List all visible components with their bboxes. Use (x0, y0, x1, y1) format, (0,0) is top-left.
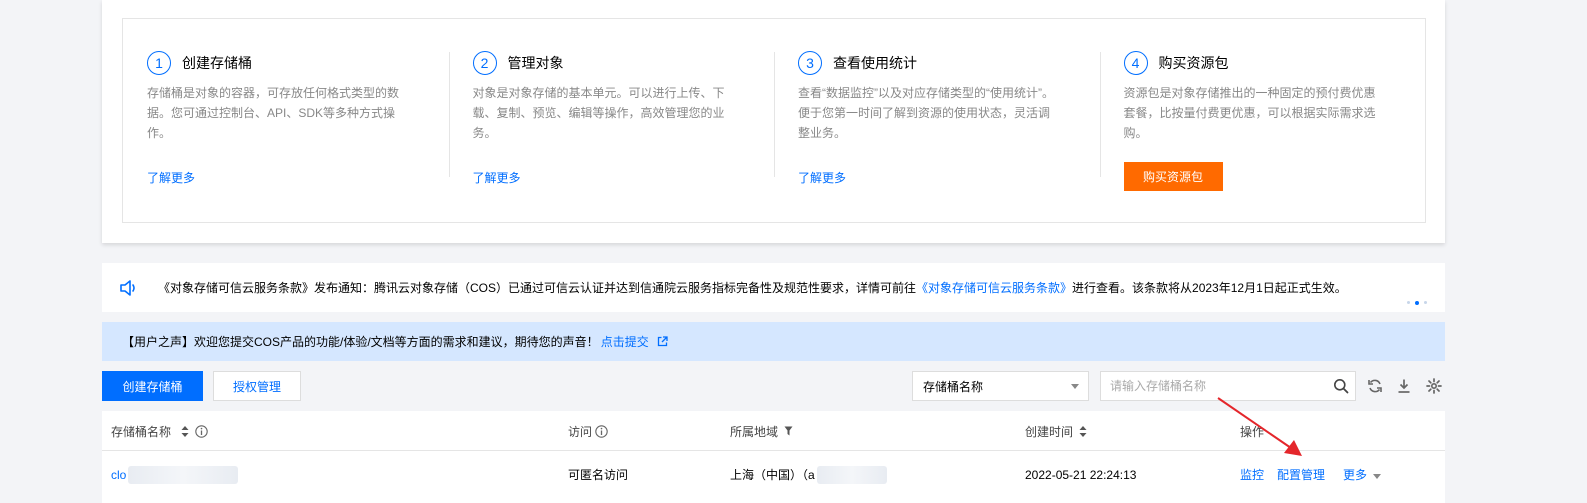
notice-text-before: 《对象存储可信云服务条款》发布通知：腾讯云对象存储（COS）已通过可信云认证并达… (158, 281, 917, 295)
step-title: 管理对象 (507, 55, 564, 71)
step-header: 3 查看使用统计 (798, 51, 1076, 75)
filter-icon[interactable] (784, 426, 793, 436)
col-access: 访问 (568, 411, 608, 451)
config-manage-link[interactable]: 配置管理 (1277, 466, 1325, 483)
step-description: 对象是对象存储的基本单元。可以进行上传、下载、复制、预览、编辑等操作，高效管理您… (472, 86, 725, 140)
search-input[interactable] (1101, 372, 1321, 400)
col-created-time: 创建时间 (1025, 411, 1087, 451)
bucket-table: 存储桶名称 访问 所属地域 创建时间 操作 clo 可匿名访问 上海（中国）（a… (102, 411, 1445, 503)
step-title: 购买资源包 (1158, 55, 1229, 71)
col-label: 存储桶名称 (111, 424, 172, 439)
create-bucket-button[interactable]: 创建存储桶 (102, 371, 203, 401)
refresh-icon[interactable] (1366, 377, 1384, 395)
sort-icon[interactable] (1079, 425, 1087, 437)
step-number: 4 (1123, 51, 1148, 75)
carousel-dot[interactable] (1407, 301, 1410, 304)
carousel-dot-active[interactable] (1415, 301, 1419, 305)
bucket-name-cell: clo (111, 452, 239, 497)
step-header: 4 购买资源包 (1123, 51, 1402, 75)
redacted-bucket-name (128, 465, 239, 484)
col-label: 操作 (1240, 424, 1265, 439)
redacted-region-id (816, 465, 887, 484)
step-header: 1 创建存储桶 (147, 51, 425, 75)
notice-text-after: 进行查看。该条款将从2023年12月1日起正式生效。 (1072, 281, 1347, 295)
bucket-name-link[interactable]: clo (111, 468, 126, 482)
submit-feedback-link[interactable]: 点击提交 (601, 333, 649, 350)
monitor-link[interactable]: 监控 (1240, 466, 1264, 483)
step-title: 查看使用统计 (833, 55, 917, 71)
speaker-icon (120, 278, 140, 298)
external-link-icon[interactable] (657, 336, 668, 347)
table-row: clo 可匿名访问 上海（中国）（a 2022-05-21 22:24:13 监… (102, 452, 1445, 497)
step-usage-stats: 3 查看使用统计 查看“数据监控”以及对应存储类型的“使用统计”。便于您第一时间… (774, 19, 1100, 222)
search-field-select[interactable]: 存储桶名称 (912, 371, 1089, 401)
search-icon[interactable] (1333, 378, 1349, 397)
step-number: 3 (798, 51, 822, 75)
chevron-down-icon (1373, 474, 1382, 479)
onboarding-steps-card: 1 创建存储桶 存储桶是对象的容器，可存放任何格式类型的数据。您可通过控制台、A… (102, 0, 1445, 243)
info-icon[interactable] (195, 424, 208, 438)
steps-container: 1 创建存储桶 存储桶是对象的容器，可存放任何格式类型的数据。您可通过控制台、A… (122, 18, 1426, 223)
auth-manage-button[interactable]: 授权管理 (213, 371, 301, 401)
info-icon[interactable] (595, 424, 608, 438)
chevron-down-icon (1071, 384, 1079, 389)
buy-package-button[interactable]: 购买资源包 (1123, 162, 1223, 191)
col-label: 创建时间 (1025, 424, 1074, 439)
step-manage-objects: 2 管理对象 对象是对象存储的基本单元。可以进行上传、下载、复制、预览、编辑等操… (448, 19, 775, 222)
learn-more-link[interactable]: 了解更多 (473, 169, 521, 186)
step-header: 2 管理对象 (472, 51, 751, 75)
notice-text: 《对象存储可信云服务条款》发布通知：腾讯云对象存储（COS）已通过可信云认证并达… (158, 279, 1347, 296)
step-number: 2 (472, 51, 497, 75)
learn-more-link[interactable]: 了解更多 (798, 169, 846, 186)
notice-bar: 《对象存储可信云服务条款》发布通知：腾讯云对象存储（COS）已通过可信云认证并达… (102, 263, 1445, 312)
feedback-banner: 【用户之声】欢迎您提交COS产品的功能/体验/文档等方面的需求和建议，期待您的声… (102, 322, 1445, 361)
gear-icon[interactable] (1425, 377, 1443, 395)
col-region: 所属地域 (730, 411, 793, 451)
step-create-bucket: 1 创建存储桶 存储桶是对象的容器，可存放任何格式类型的数据。您可通过控制台、A… (123, 19, 449, 222)
region-text: 上海（中国）（a (730, 468, 815, 482)
more-menu-link[interactable]: 更多 (1343, 466, 1382, 483)
download-icon[interactable] (1395, 377, 1413, 395)
more-label: 更多 (1343, 468, 1368, 482)
step-title: 创建存储桶 (182, 55, 252, 71)
col-bucket-name: 存储桶名称 (111, 411, 208, 451)
col-operations: 操作 (1240, 411, 1264, 451)
operations-cell: 监控 配置管理 更多 (1240, 452, 1382, 497)
learn-more-link[interactable]: 了解更多 (147, 169, 195, 186)
step-description: 资源包是对象存储推出的一种固定的预付费优惠套餐，比按量付费更优惠，可以根据实际需… (1123, 86, 1376, 140)
step-number: 1 (147, 51, 171, 75)
terms-link[interactable]: 《对象存储可信云服务条款》 (916, 281, 1072, 295)
col-label: 访问 (568, 424, 593, 439)
select-value: 存储桶名称 (923, 379, 984, 394)
search-box (1100, 371, 1356, 401)
access-cell: 可匿名访问 (568, 468, 629, 482)
sort-icon[interactable] (181, 425, 189, 437)
region-cell: 上海（中国）（a (730, 452, 887, 497)
table-header: 存储桶名称 访问 所属地域 创建时间 操作 (102, 411, 1445, 451)
carousel-dots (1407, 301, 1427, 305)
step-buy-package: 4 购买资源包 资源包是对象存储推出的一种固定的预付费优惠套餐，比按量付费更优惠… (1099, 19, 1426, 222)
col-label: 所属地域 (730, 424, 779, 439)
step-description: 存储桶是对象的容器，可存放任何格式类型的数据。您可通过控制台、API、SDK等多… (147, 86, 400, 140)
carousel-dot[interactable] (1424, 301, 1427, 304)
feedback-text: 【用户之声】欢迎您提交COS产品的功能/体验/文档等方面的需求和建议，期待您的声… (122, 335, 599, 349)
created-time-cell: 2022-05-21 22:24:13 (1025, 467, 1137, 482)
step-description: 查看“数据监控”以及对应存储类型的“使用统计”。便于您第一时间了解到资源的使用状… (798, 86, 1054, 140)
